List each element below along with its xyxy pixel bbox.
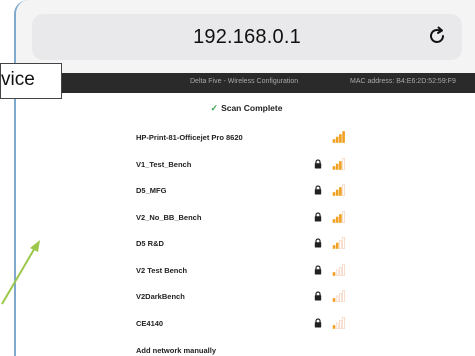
network-row[interactable]: CE4140 — [136, 316, 376, 331]
wifi-signal-icon — [332, 316, 345, 329]
lock-icon — [314, 238, 322, 248]
url-text[interactable]: 192.168.0.1 — [32, 26, 462, 49]
scan-status-text: Scan Complete — [221, 103, 283, 113]
network-name: D5_MFG — [136, 186, 167, 195]
network-name: V1_Test_Bench — [136, 159, 192, 169]
network-row[interactable]: V2_No_BB_Bench — [136, 210, 376, 225]
app-title: Delta Five - Wireless Configuration — [190, 78, 299, 85]
mac-address: MAC address: B4:E6:2D:52:59:F9 — [350, 78, 456, 85]
network-row[interactable]: D5_MFG — [136, 184, 376, 198]
wifi-signal-icon — [332, 131, 345, 143]
network-name: CE4140 — [136, 318, 164, 328]
lock-icon — [314, 264, 322, 274]
address-bar[interactable]: 192.168.0.1 — [32, 14, 462, 60]
lock-icon — [314, 158, 322, 168]
wifi-signal-icon — [332, 210, 345, 223]
network-row[interactable]: D5 R&D — [136, 237, 376, 251]
wifi-signal-icon — [332, 184, 345, 196]
network-name: V2DarkBench — [136, 292, 185, 301]
network-name: D5 R&D — [136, 239, 164, 248]
wifi-signal-icon — [332, 157, 345, 170]
network-row[interactable]: V2DarkBench — [136, 290, 376, 304]
lock-icon — [314, 317, 322, 327]
network-list-panel: ✓ Scan Complete HP-Print-81-Officejet Pro… — [16, 93, 475, 356]
annotation-arrow-icon — [1, 240, 40, 305]
wifi-signal-icon — [332, 237, 345, 249]
network-name: V2 Test Bench — [136, 265, 188, 275]
network-row[interactable]: V1_Test_Bench — [136, 157, 376, 172]
reload-icon[interactable] — [426, 25, 448, 47]
network-row[interactable]: HP-Print-81-Officejet Pro 8620 — [136, 131, 376, 145]
app-header: Delta Five - Wireless Configuration MAC … — [16, 73, 475, 93]
network-row[interactable]: V2 Test Bench — [136, 263, 376, 278]
wifi-signal-icon — [332, 290, 345, 302]
wifi-signal-icon — [332, 263, 345, 276]
device-screen: 192.168.0.1 Delta Five - Wireless Config… — [14, 0, 475, 356]
add-network-manually-link[interactable]: Add network manually — [136, 346, 216, 355]
network-name: V2_No_BB_Bench — [136, 212, 202, 222]
network-name: HP-Print-81-Officejet Pro 8620 — [136, 133, 243, 142]
scan-status: ✓ Scan Complete — [16, 103, 475, 114]
lock-icon — [314, 291, 322, 301]
lock-icon — [314, 211, 322, 221]
checkmark-icon: ✓ — [210, 103, 219, 113]
lock-icon — [314, 185, 322, 195]
callout-text: vice — [1, 69, 35, 90]
callout-box: vice — [0, 63, 62, 99]
